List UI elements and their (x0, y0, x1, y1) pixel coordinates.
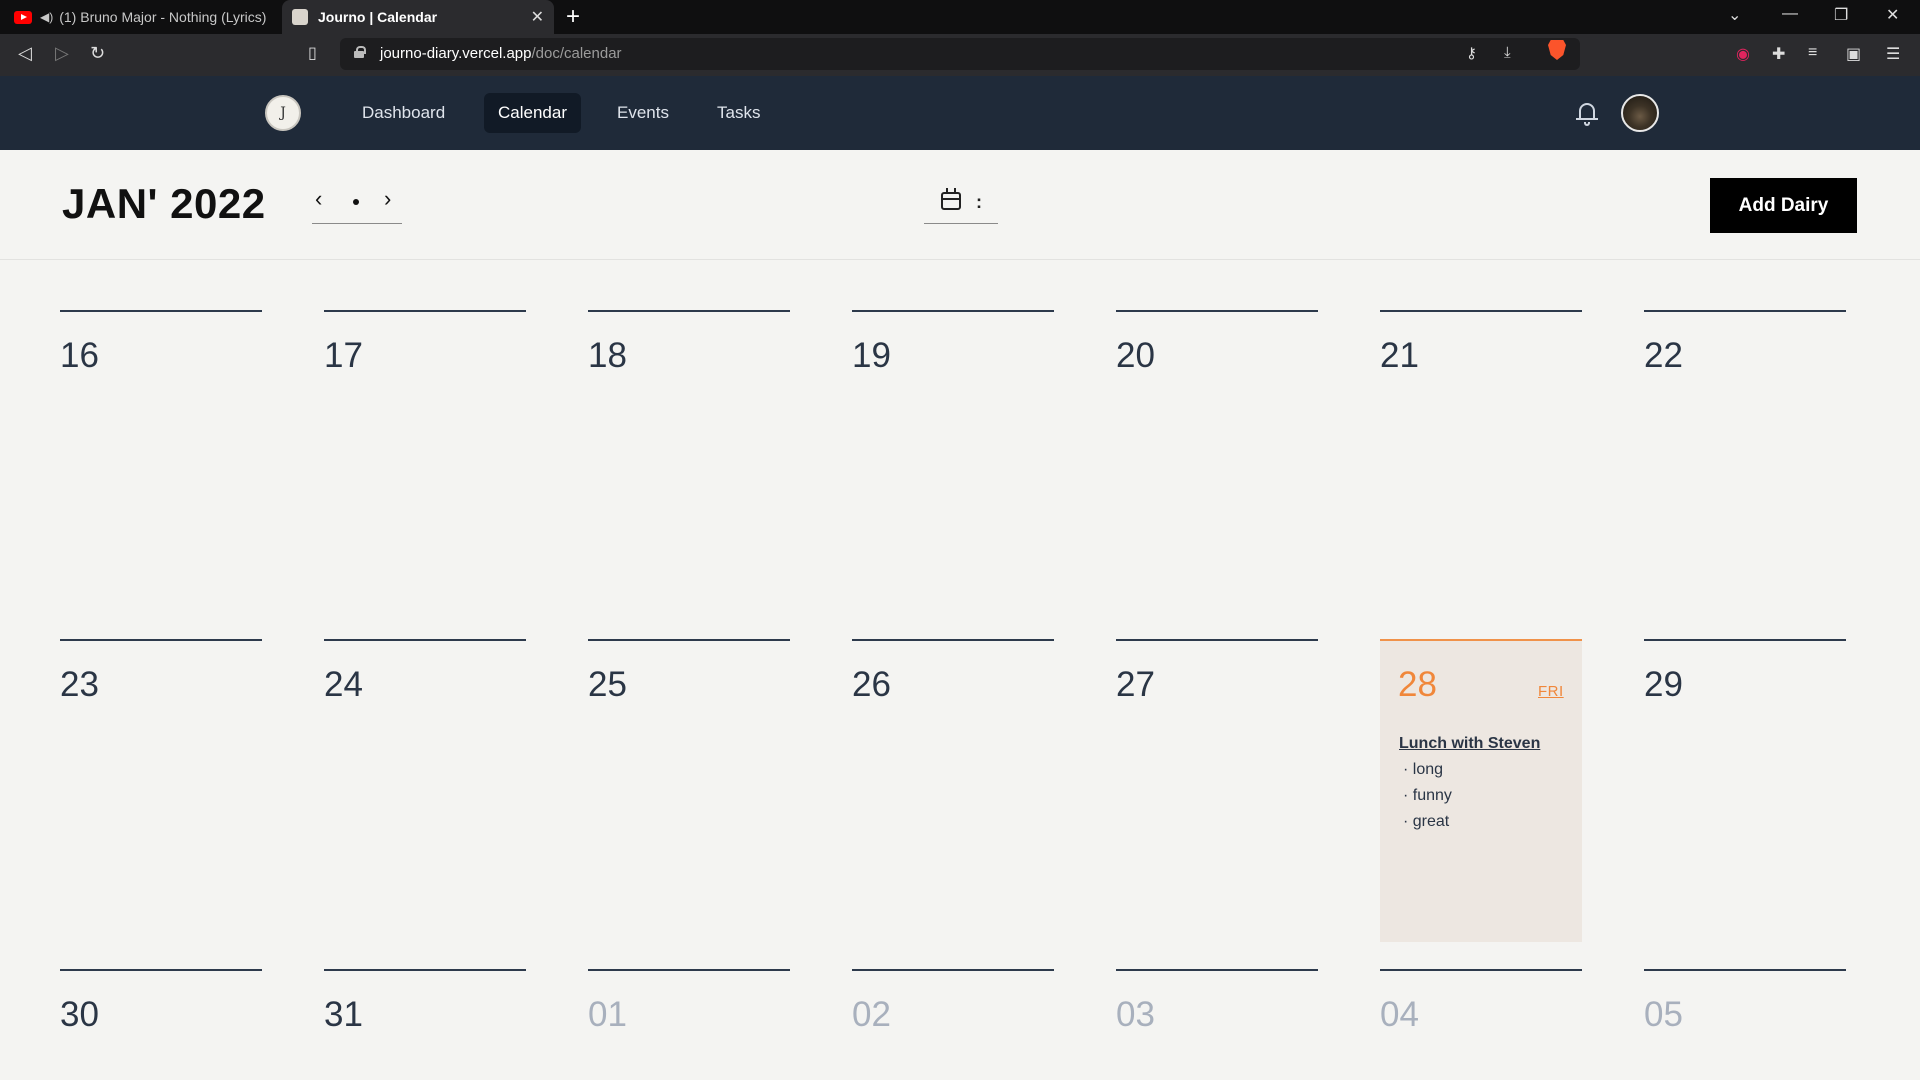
day-number: 22 (1644, 336, 1683, 375)
close-window-button[interactable]: ✕ (1886, 5, 1899, 25)
browser-tab-youtube[interactable]: ◀︎) (1) Bruno Major - Nothing (Lyrics) (0, 0, 278, 34)
extensions-puzzle-icon[interactable]: ✚ (1772, 44, 1785, 64)
weekday-label[interactable]: FRI (1538, 683, 1564, 700)
month-title: JAN' 2022 (62, 180, 266, 227)
day-cell-today[interactable]: 28 FRI Lunch with Steven · long · funny … (1380, 639, 1582, 942)
event-title[interactable]: Lunch with Steven (1399, 735, 1574, 753)
day-number: 25 (588, 665, 627, 704)
day-cell[interactable]: 26 (852, 639, 1054, 929)
close-tab-icon[interactable]: ✕ (531, 7, 544, 27)
day-number: 03 (1116, 995, 1155, 1034)
day-cell[interactable]: 18 (588, 310, 790, 600)
day-number: 24 (324, 665, 363, 704)
prev-month-button[interactable]: ‹ (315, 186, 322, 212)
bell-icon[interactable] (1576, 101, 1598, 127)
day-number: 05 (1644, 995, 1683, 1034)
back-button[interactable]: ◁ (18, 43, 32, 64)
day-cell[interactable]: 19 (852, 310, 1054, 600)
day-cell[interactable]: 21 (1380, 310, 1582, 600)
browser-toolbar: ◁ ▷ ↻ ▯ journo-diary.vercel.app/doc/cale… (0, 34, 1920, 76)
day-number: 31 (324, 995, 363, 1034)
tab-title: Journo | Calendar (318, 9, 438, 25)
bookmark-icon[interactable]: ▯ (308, 43, 317, 63)
day-cell-next-month[interactable]: 02 (852, 969, 1054, 1080)
calendar-icon (941, 188, 961, 210)
day-cell-next-month[interactable]: 04 (1380, 969, 1582, 1080)
day-number: 23 (60, 665, 99, 704)
url-text: journo-diary.vercel.app/doc/calendar (380, 45, 622, 62)
day-number: 16 (60, 336, 99, 375)
day-number: 17 (324, 336, 363, 375)
media-playlist-icon[interactable]: ≡ (1808, 44, 1817, 62)
tab-title: (1) Bruno Major - Nothing (Lyrics) (59, 9, 267, 25)
day-number: 04 (1380, 995, 1419, 1034)
event-note: · funny (1403, 787, 1452, 804)
browser-tab-journo[interactable]: Journo | Calendar ✕ (282, 0, 554, 34)
nav-tasks[interactable]: Tasks (703, 93, 774, 133)
day-cell-next-month[interactable]: 01 (588, 969, 790, 1080)
day-cell[interactable]: 30 (60, 969, 262, 1080)
current-month-button[interactable] (353, 199, 359, 205)
forward-button[interactable]: ▷ (55, 43, 69, 64)
nav-events[interactable]: Events (603, 93, 683, 133)
day-cell[interactable]: 31 (324, 969, 526, 1080)
day-cell[interactable]: 20 (1116, 310, 1318, 600)
app-header: J Dashboard Calendar Events Tasks (0, 76, 1920, 150)
lock-icon (354, 46, 366, 58)
day-cell[interactable]: 16 (60, 310, 262, 600)
day-number: 20 (1116, 336, 1155, 375)
extension-record-icon[interactable]: ◉ (1736, 44, 1750, 64)
youtube-icon (14, 10, 32, 24)
day-cell[interactable]: 25 (588, 639, 790, 929)
day-number: 28 (1398, 665, 1437, 704)
month-pager: ‹ › (312, 180, 402, 224)
day-cell[interactable]: 22 (1644, 310, 1846, 600)
day-number: 01 (588, 995, 627, 1034)
journo-logo[interactable]: J (265, 95, 301, 131)
minimize-button[interactable]: — (1782, 5, 1798, 23)
speaker-icon[interactable]: ◀︎) (40, 10, 53, 24)
day-number: 26 (852, 665, 891, 704)
view-selector[interactable]: : (924, 182, 998, 224)
event-entry[interactable]: Lunch with Steven · long · funny · great (1399, 735, 1574, 831)
add-diary-button[interactable]: Add Dairy (1710, 178, 1857, 233)
nav-calendar[interactable]: Calendar (484, 93, 581, 133)
key-icon[interactable]: ⚷ (1466, 44, 1477, 62)
install-icon[interactable]: ⤓ (1504, 44, 1511, 61)
day-cell[interactable]: 17 (324, 310, 526, 600)
day-cell[interactable]: 29 (1644, 639, 1846, 929)
day-cell-next-month[interactable]: 03 (1116, 969, 1318, 1080)
browser-tab-bar: ◀︎) (1) Bruno Major - Nothing (Lyrics) J… (0, 0, 1920, 34)
reload-button[interactable]: ↻ (90, 43, 105, 64)
day-cell[interactable]: 27 (1116, 639, 1318, 929)
next-month-button[interactable]: › (384, 186, 391, 212)
journo-favicon-icon (292, 9, 308, 25)
day-number: 30 (60, 995, 99, 1034)
day-number: 18 (588, 336, 627, 375)
day-number: 29 (1644, 665, 1683, 704)
tab-search-chevron-icon[interactable]: ⌄ (1728, 5, 1741, 25)
calendar-toolbar: JAN' 2022 ‹ › : Add Dairy (0, 150, 1920, 260)
day-number: 21 (1380, 336, 1419, 375)
nav-dashboard[interactable]: Dashboard (348, 93, 459, 133)
day-number: 27 (1116, 665, 1155, 704)
new-tab-button[interactable]: + (566, 3, 580, 31)
menu-icon[interactable]: ☰ (1886, 44, 1900, 64)
day-cell[interactable]: 24 (324, 639, 526, 929)
view-menu-icon[interactable]: : (976, 192, 982, 213)
wallet-icon[interactable]: ▣ (1846, 44, 1861, 64)
address-bar[interactable]: journo-diary.vercel.app/doc/calendar ⚷ ⤓ (340, 38, 1580, 70)
day-number: 02 (852, 995, 891, 1034)
day-number: 19 (852, 336, 891, 375)
event-note: · long (1403, 761, 1444, 778)
event-note: · great (1403, 813, 1450, 830)
day-cell-next-month[interactable]: 05 (1644, 969, 1846, 1080)
day-cell[interactable]: 23 (60, 639, 262, 929)
restore-button[interactable]: ❐ (1834, 5, 1848, 25)
avatar[interactable] (1621, 94, 1659, 132)
